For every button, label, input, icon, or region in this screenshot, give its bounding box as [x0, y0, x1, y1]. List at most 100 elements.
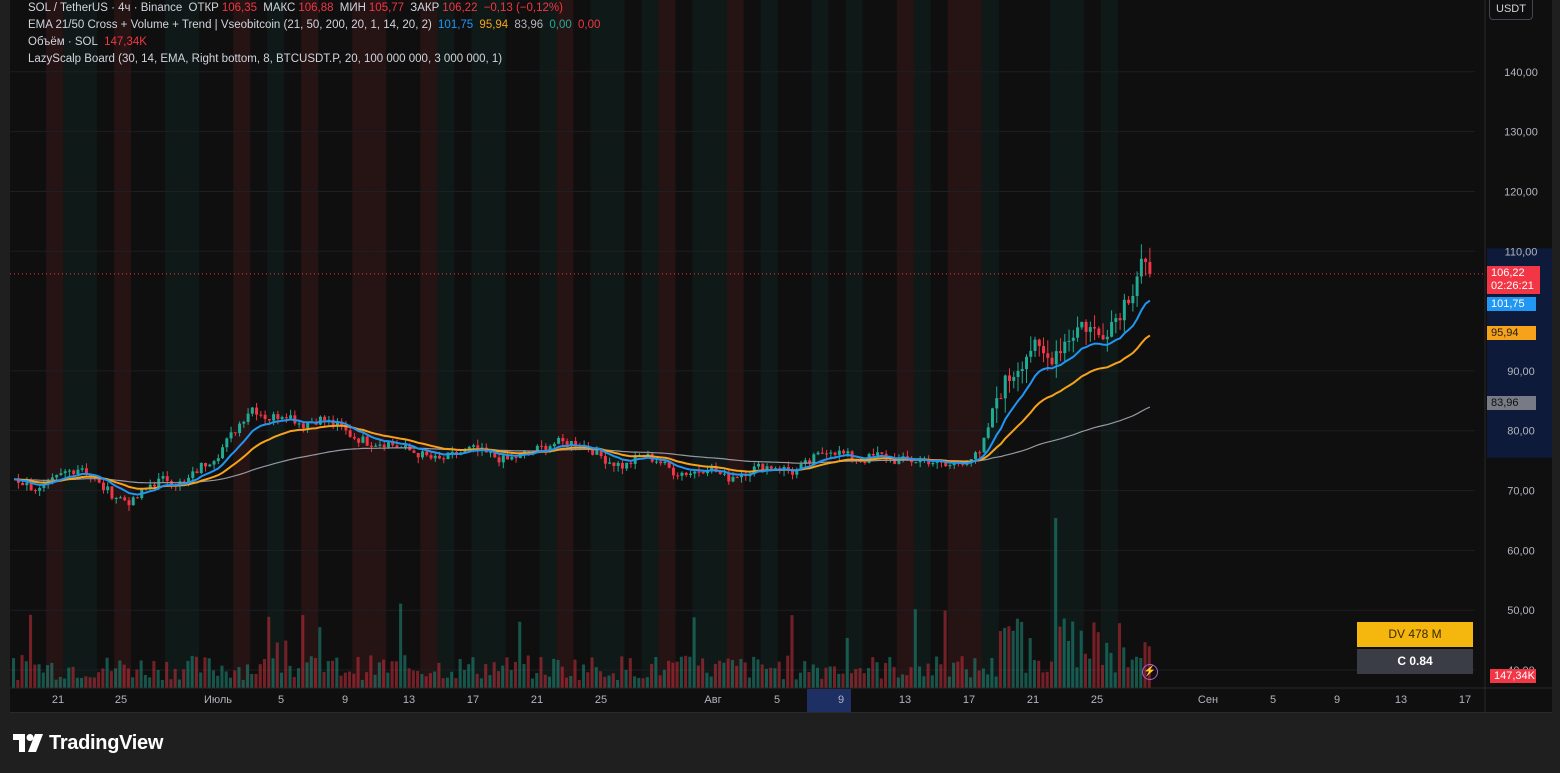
x-tick-label: 5 — [1270, 694, 1276, 706]
candle-body — [267, 419, 271, 421]
volume-bar — [501, 665, 505, 688]
candle-body — [38, 487, 42, 491]
candle-body — [191, 471, 195, 478]
candle-body — [1122, 299, 1126, 321]
legend-volume-row[interactable]: Объём · SOL 147,34K — [28, 34, 603, 51]
volume-bar — [1011, 630, 1015, 688]
candle-body — [540, 445, 544, 447]
trend-band — [46, 0, 64, 688]
x-tick-label: 21 — [1027, 694, 1039, 706]
candle-body — [990, 408, 994, 428]
trend-band — [896, 0, 914, 688]
volume-bar — [309, 656, 313, 688]
volume-bar — [582, 664, 586, 688]
candle-body — [195, 471, 199, 473]
countdown-value: 02:26:21 — [1491, 280, 1534, 292]
volume-bar — [258, 664, 262, 688]
candle-body — [1042, 346, 1046, 354]
volume-bar — [675, 661, 679, 688]
candle-body — [501, 455, 505, 463]
volume-bar — [730, 660, 734, 688]
volume-bar — [1003, 627, 1007, 688]
legend-ema-name[interactable]: EMA 21/50 Cross + Volume + Trend | Vseob… — [28, 19, 432, 31]
volume-bar — [318, 627, 322, 688]
candle-body — [723, 473, 726, 475]
volume-bar — [84, 676, 88, 688]
candle-body — [106, 486, 110, 491]
volume-bar — [1105, 642, 1109, 688]
legend-ema-row[interactable]: EMA 21/50 Cross + Volume + Trend | Vseob… — [28, 17, 603, 34]
volume-bar — [331, 660, 335, 688]
candle-body — [608, 462, 612, 464]
candle-body — [1003, 375, 1007, 399]
volume-bar — [420, 673, 424, 688]
candle-body — [412, 450, 416, 453]
volume-bar — [207, 658, 211, 688]
legend-symbol[interactable]: SOL / TetherUS · 4ч · Binance — [28, 2, 182, 14]
candle-body — [497, 457, 501, 463]
volume-bar — [794, 679, 798, 688]
candle-body — [110, 486, 114, 499]
candle-body — [816, 452, 820, 455]
x-tick-highlight — [807, 689, 851, 712]
volume-bar — [815, 667, 820, 688]
volume-bar — [998, 630, 1002, 688]
y-tick-label: 70,00 — [1507, 486, 1535, 498]
legend-volume-name[interactable]: Объём · SOL — [28, 36, 98, 48]
volume-bar — [769, 667, 773, 688]
volume-bar — [399, 603, 403, 688]
volume-bar — [696, 665, 700, 688]
candle-body — [693, 471, 697, 474]
legend-change: −0,13 (−0,12%) — [483, 2, 563, 14]
volume-bar — [445, 677, 449, 688]
volume-bar — [139, 660, 143, 688]
volume-bar — [314, 657, 318, 688]
candle-body — [59, 473, 63, 476]
legend-volume-value: 147,34K — [104, 36, 147, 48]
volume-bar — [135, 669, 139, 688]
legend-low: 105,77 — [368, 2, 405, 14]
legend-open: 106,35 — [221, 2, 258, 14]
volume-bar — [692, 617, 696, 688]
legend-close: 106,22 — [442, 2, 478, 14]
trend-band — [471, 0, 489, 688]
volume-bar — [760, 664, 764, 688]
trend-band — [182, 0, 200, 688]
chart-panel[interactable]: 140,00 130,00 120,00 110,00 90,00 80,00 70,00 6… — [10, 0, 1552, 713]
legend-symbol-row[interactable]: SOL / TetherUS · 4ч · Binance ОТКР 106,35… — [28, 0, 603, 17]
volume-bar — [705, 672, 709, 688]
brand-logo[interactable]: TradingView — [13, 731, 163, 755]
legend-lazy-row[interactable]: LazyScalp Board (30, 14, EMA, Right bott… — [28, 51, 603, 68]
candle-body — [1037, 339, 1041, 347]
volume-bar — [947, 676, 951, 688]
volume-bar — [1130, 659, 1134, 688]
volume-bar — [237, 667, 241, 688]
candle-body — [846, 451, 850, 454]
lightning-icon[interactable]: ⚡ — [1142, 664, 1158, 680]
volume-bar — [326, 661, 330, 688]
trend-band — [641, 0, 659, 688]
volume-bar — [492, 662, 496, 688]
currency-button[interactable]: USDT — [1489, 0, 1533, 20]
volume-bar — [837, 673, 841, 688]
last-price-value: 106,22 — [1491, 267, 1525, 279]
volume-bar — [1045, 671, 1049, 688]
volume-bar — [199, 672, 203, 688]
volume-bar — [811, 664, 815, 688]
board-dv-cell: DV 478 M — [1357, 622, 1473, 647]
volume-bar — [832, 666, 837, 688]
legend-lazy-name[interactable]: LazyScalp Board (30, 14, EMA, Right bott… — [28, 53, 502, 65]
volume-bar — [786, 655, 790, 688]
volume-bar — [352, 673, 356, 688]
price-chart[interactable]: 140,00130,00120,00110,0090,0080,0070,006… — [10, 0, 1552, 712]
candle-body — [1084, 321, 1088, 332]
candle-body — [280, 417, 284, 419]
volume-bar — [271, 658, 275, 688]
volume-bar — [67, 667, 71, 688]
volume-bar — [58, 676, 62, 688]
y-tick-label: 80,00 — [1507, 426, 1535, 438]
candle-body — [1016, 371, 1020, 377]
trend-band — [437, 0, 455, 688]
volume-bar — [467, 664, 471, 688]
candle-body — [654, 461, 658, 463]
